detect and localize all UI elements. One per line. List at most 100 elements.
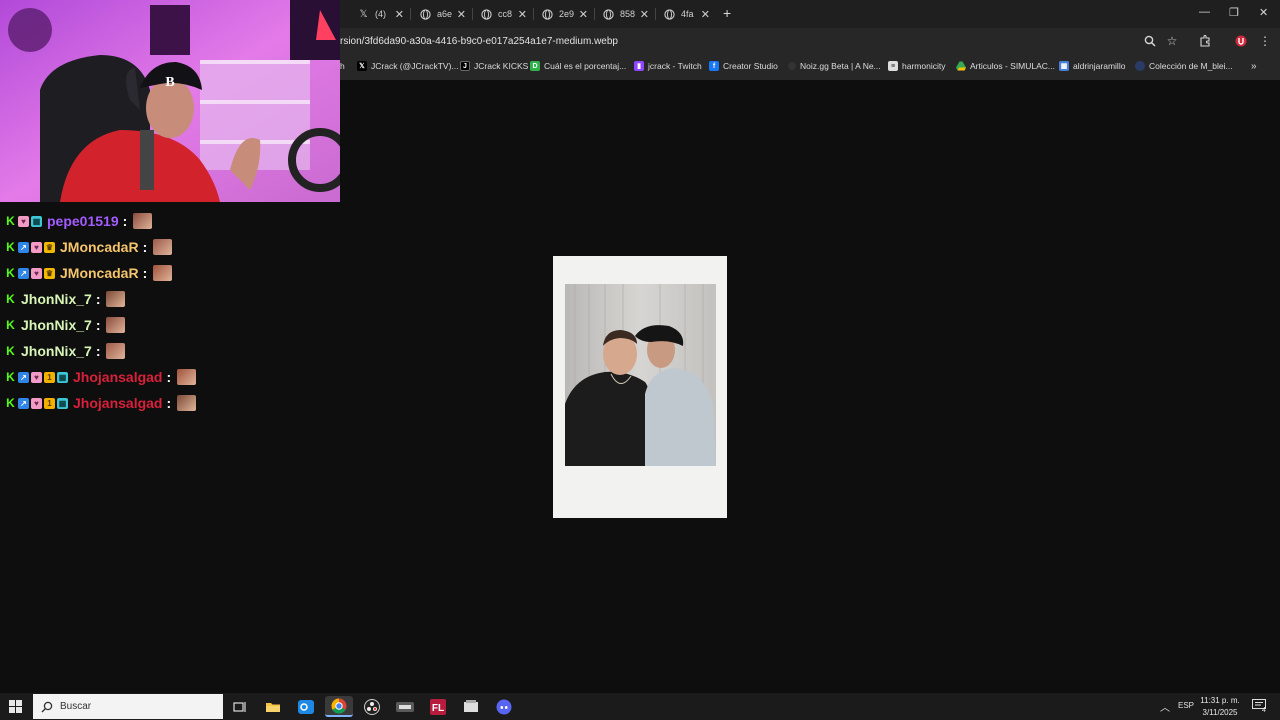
bookmark-4[interactable]: ▮ jcrack - Twitch bbox=[634, 61, 702, 71]
kick-badge-icon: K bbox=[6, 266, 15, 280]
new-tab-button[interactable]: + bbox=[723, 5, 731, 21]
crown-badge-icon: ♛ bbox=[44, 241, 55, 253]
sub-badge-icon: ♥ bbox=[31, 241, 42, 253]
bookmark-9-label: aldrinjaramillo bbox=[1073, 61, 1126, 71]
emote-icon bbox=[153, 239, 173, 255]
bookmark-3-label: Cuál es el porcentaj... bbox=[544, 61, 627, 71]
taskbar-clock[interactable]: 11:31 p. m. 3/11/2025 bbox=[1196, 695, 1244, 719]
sub-badge-icon: ♥ bbox=[31, 267, 42, 279]
close-window-icon[interactable]: ✕ bbox=[1259, 6, 1268, 19]
bookmark-0[interactable]: h bbox=[340, 61, 345, 71]
notification-count: 4 bbox=[1262, 707, 1266, 714]
bookmark-9[interactable]: ▦ aldrinjaramillo bbox=[1059, 61, 1125, 71]
more-bookmarks-icon[interactable]: » bbox=[1251, 61, 1257, 72]
bookmark-5[interactable]: f Creator Studio bbox=[709, 61, 778, 71]
bookmark-6-label: Noiz.gg Beta | A Ne... bbox=[800, 61, 881, 71]
chat-username[interactable]: JhonNix_7 bbox=[21, 317, 92, 333]
kick-badge-icon: K bbox=[6, 292, 15, 306]
file-explorer-icon[interactable] bbox=[259, 696, 287, 717]
svg-text:FL: FL bbox=[432, 703, 444, 714]
profile-icon[interactable] bbox=[1234, 34, 1248, 48]
chat-separator: : bbox=[166, 369, 172, 385]
bookmark-star-icon[interactable]: ☆ bbox=[1165, 34, 1179, 48]
chat-separator: : bbox=[166, 395, 172, 411]
tab-3[interactable]: 2e9 ✕ bbox=[542, 4, 588, 24]
chat-message: K JhonNix_7: bbox=[0, 312, 340, 338]
tab-separator bbox=[655, 8, 656, 20]
app-icon[interactable] bbox=[391, 696, 419, 717]
close-tab-icon[interactable]: ✕ bbox=[457, 8, 466, 21]
globe-icon bbox=[664, 8, 675, 20]
clock-time: 11:31 p. m. bbox=[1200, 696, 1240, 705]
tab-5[interactable]: 4fa ✕ bbox=[664, 4, 710, 24]
tab-2[interactable]: cc8 ✕ bbox=[481, 4, 527, 24]
extensions-icon[interactable] bbox=[1198, 34, 1212, 48]
chat-username[interactable]: Jhojansalgad bbox=[73, 369, 162, 385]
twitch-icon: ▮ bbox=[634, 61, 644, 71]
bookmark-7[interactable]: ≡ harmonicity bbox=[888, 61, 945, 71]
globe-icon bbox=[1135, 61, 1145, 71]
chat-username[interactable]: JMoncadaR bbox=[60, 239, 139, 255]
close-tab-icon[interactable]: ✕ bbox=[701, 8, 710, 21]
doc-icon: D bbox=[530, 61, 540, 71]
kick-badge-icon: K bbox=[6, 214, 15, 228]
windows-start-icon[interactable] bbox=[9, 700, 22, 713]
chrome-icon[interactable] bbox=[325, 696, 353, 717]
bookmark-1[interactable]: 𝕏 JCrack (@JCrackTV)... bbox=[357, 61, 459, 71]
tab-separator bbox=[472, 8, 473, 20]
globe-icon bbox=[542, 8, 553, 20]
close-tab-icon[interactable]: ✕ bbox=[640, 8, 649, 21]
close-tab-icon[interactable]: ✕ bbox=[579, 8, 588, 21]
tab-4[interactable]: 858 ✕ bbox=[603, 4, 649, 24]
minimize-icon[interactable]: — bbox=[1199, 6, 1210, 18]
bookmark-10[interactable]: Colección de M_blei... bbox=[1135, 61, 1233, 71]
close-tab-icon[interactable]: ✕ bbox=[395, 8, 404, 21]
emote-icon bbox=[106, 343, 126, 359]
emote-icon bbox=[106, 291, 126, 307]
tab-separator bbox=[533, 8, 534, 20]
bookmark-6[interactable]: Noiz.gg Beta | A Ne... bbox=[788, 61, 881, 71]
bookmark-2-label: JCrack KICKS bbox=[474, 61, 529, 71]
chat-message: K JhonNix_7: bbox=[0, 286, 340, 312]
chat-username[interactable]: JMoncadaR bbox=[60, 265, 139, 281]
bookmark-1-label: JCrack (@JCrackTV)... bbox=[371, 61, 459, 71]
chat-separator: : bbox=[122, 213, 128, 229]
chat-username[interactable]: JhonNix_7 bbox=[21, 343, 92, 359]
language-indicator[interactable]: ESP bbox=[1178, 701, 1194, 710]
search-placeholder: Buscar bbox=[60, 701, 92, 712]
menu-kebab-icon[interactable]: ⋮ bbox=[1258, 34, 1272, 48]
taskbar-search[interactable]: Buscar bbox=[33, 694, 223, 719]
emote-icon bbox=[106, 317, 126, 333]
bookmark-2[interactable]: J JCrack KICKS bbox=[460, 61, 528, 71]
crown-badge-icon: ♛ bbox=[44, 267, 55, 279]
close-tab-icon[interactable]: ✕ bbox=[518, 8, 527, 21]
tab-separator bbox=[594, 8, 595, 20]
show-hidden-icons-icon[interactable]: ︿ bbox=[1160, 699, 1170, 714]
chat-message: K ♥ ▦ pepe01519: bbox=[0, 208, 340, 234]
restore-icon[interactable]: ❐ bbox=[1229, 6, 1239, 19]
arrow-badge-icon: ↗ bbox=[18, 267, 29, 279]
chat-username[interactable]: JhonNix_7 bbox=[21, 291, 92, 307]
arrow-badge-icon: ↗ bbox=[18, 241, 29, 253]
globe-icon bbox=[481, 8, 492, 20]
tab-1[interactable]: a6e ✕ bbox=[420, 4, 466, 24]
one-badge-icon: 1 bbox=[44, 371, 55, 383]
bookmark-3[interactable]: D Cuál es el porcentaj... bbox=[530, 61, 626, 71]
app-icon[interactable] bbox=[457, 696, 485, 717]
emote-icon bbox=[153, 265, 173, 281]
chat-username[interactable]: pepe01519 bbox=[47, 213, 119, 229]
sub-badge-icon: ♥ bbox=[31, 371, 42, 383]
zoom-icon[interactable] bbox=[1143, 34, 1157, 48]
obs-icon[interactable] bbox=[358, 696, 386, 717]
chat-username[interactable]: Jhojansalgad bbox=[73, 395, 162, 411]
task-view-icon[interactable] bbox=[226, 696, 254, 717]
tab-0[interactable]: 𝕏 (4) ✕ bbox=[358, 4, 404, 24]
outlook-icon[interactable] bbox=[292, 696, 320, 717]
address-bar[interactable]: rsion/3fd6da90-a30a-4416-b9c0-e017a254a1… bbox=[340, 36, 618, 47]
discord-icon[interactable] bbox=[490, 696, 518, 717]
kick-badge-icon: K bbox=[6, 396, 15, 410]
chat-message: K ↗ ♥ 1 ▦ Jhojansalgad: bbox=[0, 364, 340, 390]
app-icon[interactable]: FL bbox=[424, 696, 452, 717]
bookmark-8[interactable]: Articulos - SIMULAC... bbox=[956, 61, 1055, 71]
x-logo-icon: 𝕏 bbox=[357, 61, 367, 71]
